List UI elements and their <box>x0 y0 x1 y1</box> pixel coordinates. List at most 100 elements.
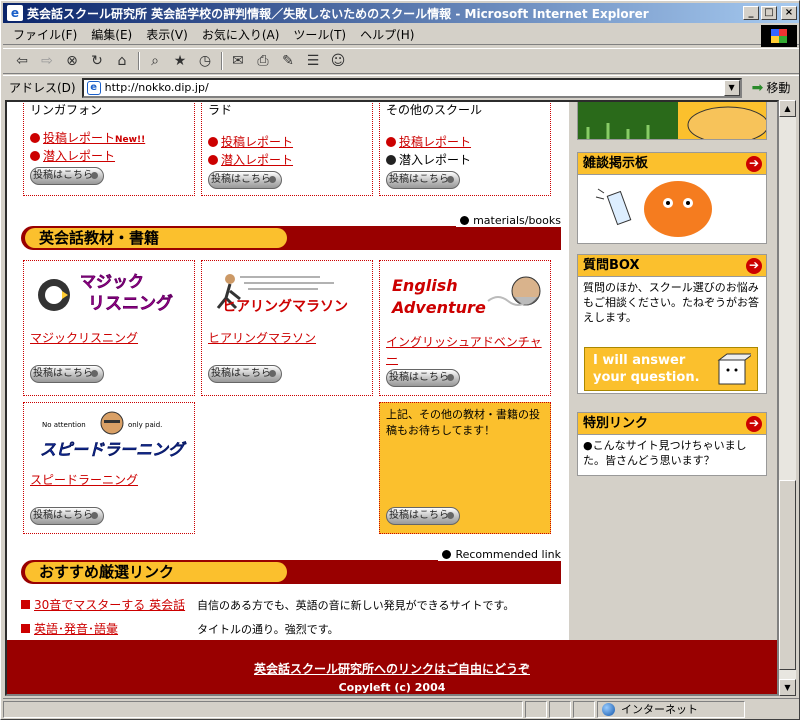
status-cell <box>549 700 571 718</box>
post-button[interactable]: 投稿はこちら <box>208 365 282 383</box>
sidebar: 雑談掲示板 ➔ 質問BOX ➔ 質問のほか、スクール選びのお悩みもご相談ください。た… <box>569 102 777 642</box>
bbs-panel: 雑談掲示板 ➔ <box>577 152 767 244</box>
arrow-right-icon[interactable]: ➔ <box>746 258 762 274</box>
school-name: リンガフォン <box>30 103 103 117</box>
recommended-desc: タイトルの通り。強烈です。 <box>197 623 339 636</box>
close-button[interactable]: × <box>781 6 797 20</box>
recommended-link[interactable]: 30音でマスターする 英会話 <box>21 596 185 613</box>
forward-icon[interactable]: ⇨ <box>38 52 56 70</box>
recommended-desc: 自信のある方でも、英語の音に新しい発見ができるサイトです。 <box>197 599 515 612</box>
address-value[interactable]: http://nokko.dip.jp/ <box>105 81 724 94</box>
square-bullet-icon <box>21 600 30 609</box>
copyright: Copyleft (c) 2004 <box>338 681 446 694</box>
svg-text:Adventure: Adventure <box>390 298 486 317</box>
svg-text:マジック: マジック <box>80 272 144 291</box>
minimize-button[interactable]: _ <box>743 6 759 20</box>
edit-icon[interactable]: ✎ <box>279 52 297 70</box>
recommended-heading: おすすめ厳選リンク Recommended link <box>21 548 561 588</box>
scroll-down-icon[interactable]: ▼ <box>779 679 796 696</box>
qa-title[interactable]: 質問BOX ➔ <box>578 255 766 277</box>
report-link[interactable]: 潜入レポート <box>30 147 115 164</box>
qa-body: 質問のほか、スクール選びのお悩みもご相談ください。たねぞうがお答えします。 <box>583 281 759 324</box>
refresh-icon[interactable]: ↻ <box>88 52 106 70</box>
menu-help[interactable]: ヘルプ(H) <box>360 26 414 43</box>
status-cell <box>573 700 595 718</box>
recommended-link[interactable]: 英語･発音･語彙 <box>21 620 118 637</box>
favorites-icon[interactable]: ★ <box>171 52 189 70</box>
qa-banner[interactable]: I will answer your question. <box>584 347 758 391</box>
report-link[interactable]: 投稿レポート <box>208 133 293 150</box>
bullet-icon <box>442 550 452 559</box>
history-icon[interactable]: ◷ <box>196 52 214 70</box>
material-card: English Adventure イングリッシュアドベンチャー 投稿はこちら <box>379 260 551 396</box>
svg-text:ヒアリングマラソン: ヒアリングマラソン <box>222 298 348 315</box>
maximize-button[interactable]: □ <box>761 6 777 20</box>
recommended-note: Recommended link <box>438 548 561 561</box>
footer-link[interactable]: 英会話スクール研究所へのリンクはご自由にどうぞ <box>7 660 777 677</box>
vertical-scrollbar[interactable]: ▲ ▼ <box>779 100 796 696</box>
special-links-body: ●こんなサイト見つけちゃいました。皆さんどう思います？ <box>583 439 747 467</box>
toolbar-separator <box>221 52 223 70</box>
sidebar-banner-top[interactable] <box>577 102 767 140</box>
print-icon[interactable]: ⎙ <box>254 52 272 70</box>
post-button[interactable]: 投稿はこちら <box>386 507 460 525</box>
home-icon[interactable]: ⌂ <box>113 52 131 70</box>
english-adventure-logo: English Adventure <box>390 276 541 317</box>
material-link[interactable]: マジックリスニング <box>30 329 138 346</box>
address-dropdown-icon[interactable]: ▼ <box>723 79 740 96</box>
toolbar-separator <box>138 52 140 70</box>
status-bar: インターネット <box>3 698 799 719</box>
post-button[interactable]: 投稿はこちら <box>30 507 104 525</box>
post-button[interactable]: 投稿はこちら <box>386 171 460 189</box>
discuss-icon[interactable]: ☰ <box>304 52 322 70</box>
stop-icon[interactable]: ⊗ <box>63 52 81 70</box>
scroll-up-icon[interactable]: ▲ <box>779 100 796 117</box>
menu-favorites[interactable]: お気に入り(A) <box>202 26 280 43</box>
search-icon[interactable]: ⌕ <box>146 52 164 70</box>
qa-banner-text: I will answer your question. <box>593 353 700 385</box>
go-arrow-icon: ➡ <box>751 79 764 96</box>
magic-listening-logo: マジック リスニング <box>38 272 173 314</box>
bullet-icon <box>208 137 218 147</box>
material-link[interactable]: ヒアリングマラソン <box>208 329 316 346</box>
mail-icon[interactable]: ✉ <box>229 52 247 70</box>
svg-text:English: English <box>392 276 458 295</box>
report-link[interactable]: 投稿レポートNew!! <box>30 129 145 146</box>
material-link[interactable]: スピードラーニング <box>30 471 138 488</box>
post-button[interactable]: 投稿はこちら <box>386 369 460 387</box>
hearing-marathon-logo: ヒアリングマラソン <box>216 274 348 315</box>
scroll-thumb[interactable] <box>779 480 796 670</box>
bbs-title[interactable]: 雑談掲示板 ➔ <box>578 153 766 175</box>
report-link[interactable]: 潜入レポート <box>208 151 293 168</box>
arrow-right-icon[interactable]: ➔ <box>746 156 762 172</box>
material-link[interactable]: イングリッシュアドベンチャー <box>386 333 550 367</box>
bullet-icon <box>208 155 218 165</box>
post-button[interactable]: 投稿はこちら <box>208 171 282 189</box>
bullet-icon <box>460 216 470 225</box>
toolbar: ⇦ ⇨ ⊗ ↻ ⌂ ⌕ ★ ◷ ✉ ⎙ ✎ ☰ ☺ <box>3 48 799 74</box>
back-icon[interactable]: ⇦ <box>13 52 31 70</box>
menu-tools[interactable]: ツール(T) <box>293 26 346 43</box>
materials-title: 英会話教材・書籍 <box>25 228 287 248</box>
arrow-right-icon[interactable]: ➔ <box>746 416 762 432</box>
octopus-illustration[interactable] <box>578 175 766 243</box>
menu-edit[interactable]: 編集(E) <box>91 26 132 43</box>
messenger-icon[interactable]: ☺ <box>329 52 347 70</box>
school-card: リンガフォン 投稿レポートNew!! 潜入レポート 投稿はこちら <box>23 102 195 196</box>
address-input[interactable]: e http://nokko.dip.jp/ ▼ <box>81 77 742 98</box>
go-button[interactable]: ➡ 移動 <box>752 79 791 96</box>
bullet-icon <box>386 137 396 147</box>
menu-view[interactable]: 表示(V) <box>146 26 188 43</box>
post-button[interactable]: 投稿はこちら <box>30 167 104 185</box>
security-zone: インターネット <box>597 700 745 718</box>
request-card: 上記、その他の教材・書籍の投稿もお待ちしてます！ 投稿はこちら <box>379 402 551 534</box>
report-link[interactable]: 投稿レポート <box>386 133 471 150</box>
svg-text:リスニング: リスニング <box>88 293 173 314</box>
material-card: No attention only paid. スピードラーニング スピードラー… <box>23 402 195 534</box>
speed-learning-logo: No attention only paid. スピードラーニング <box>40 411 187 459</box>
post-button[interactable]: 投稿はこちら <box>30 365 104 383</box>
menu-file[interactable]: ファイル(F) <box>13 26 77 43</box>
page-icon: e <box>86 80 101 95</box>
special-links-title[interactable]: 特別リンク ➔ <box>578 413 766 435</box>
status-cell <box>525 700 547 718</box>
